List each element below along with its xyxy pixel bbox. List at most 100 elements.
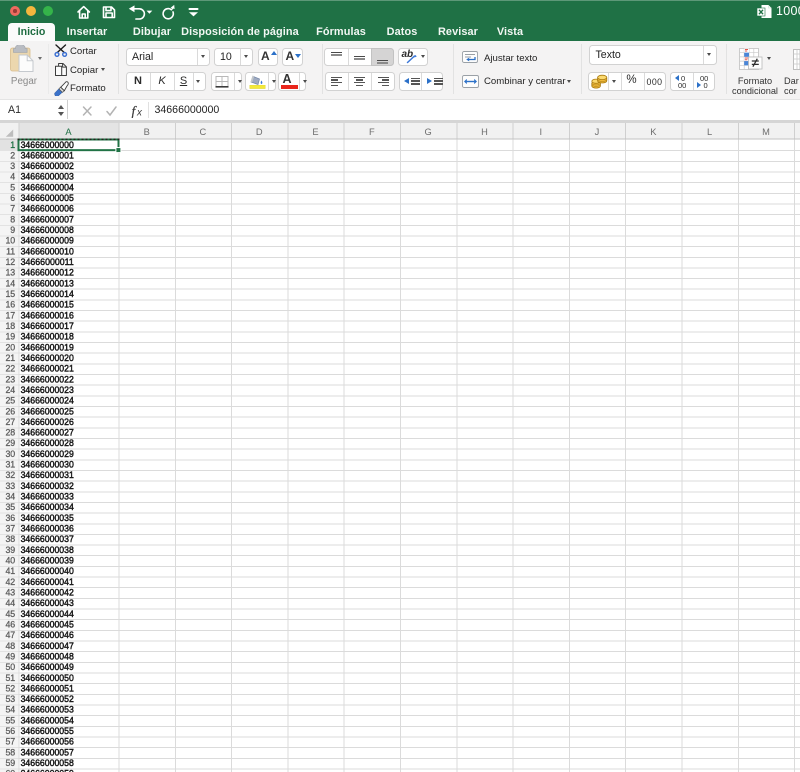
svg-text:34666000046: 34666000046 (21, 630, 74, 641)
svg-text:21: 21 (6, 352, 16, 362)
svg-text:49: 49 (6, 651, 16, 661)
svg-text:34666000027: 34666000027 (21, 427, 74, 438)
svg-text:34666000022: 34666000022 (21, 374, 74, 385)
svg-text:56: 56 (6, 726, 16, 736)
svg-text:38: 38 (6, 534, 16, 544)
svg-text:34666000025: 34666000025 (21, 406, 74, 417)
svg-text:M: M (762, 127, 770, 137)
svg-text:34666000032: 34666000032 (21, 480, 74, 491)
svg-text:34666000006: 34666000006 (21, 203, 74, 214)
svg-text:45: 45 (6, 608, 16, 618)
svg-text:34666000041: 34666000041 (21, 576, 74, 587)
svg-text:34666000001: 34666000001 (21, 150, 74, 161)
svg-text:44: 44 (6, 598, 16, 608)
svg-text:60: 60 (6, 768, 16, 772)
svg-text:37: 37 (6, 523, 16, 533)
svg-text:B: B (144, 127, 150, 137)
svg-text:34666000052: 34666000052 (21, 694, 74, 705)
svg-text:34666000010: 34666000010 (21, 246, 74, 257)
svg-text:7: 7 (10, 203, 15, 213)
svg-text:34666000009: 34666000009 (21, 235, 74, 246)
svg-text:I: I (540, 127, 543, 137)
svg-text:14: 14 (6, 278, 16, 288)
svg-text:29: 29 (6, 438, 16, 448)
svg-text:34666000028: 34666000028 (21, 438, 74, 449)
svg-text:34666000037: 34666000037 (21, 534, 74, 545)
svg-text:2: 2 (10, 150, 15, 160)
svg-text:32: 32 (6, 470, 16, 480)
svg-text:34666000015: 34666000015 (21, 299, 74, 310)
svg-text:11: 11 (6, 246, 15, 256)
svg-text:34666000004: 34666000004 (21, 182, 75, 193)
svg-text:42: 42 (6, 576, 16, 586)
svg-text:13: 13 (6, 267, 16, 277)
svg-text:34666000040: 34666000040 (21, 566, 74, 577)
svg-text:34666000021: 34666000021 (21, 363, 74, 374)
svg-text:J: J (595, 127, 600, 137)
svg-text:3: 3 (10, 161, 15, 171)
svg-text:8: 8 (10, 214, 15, 224)
svg-text:41: 41 (6, 566, 16, 576)
svg-text:34666000051: 34666000051 (21, 683, 74, 694)
svg-text:9: 9 (10, 225, 15, 235)
svg-text:43: 43 (6, 587, 16, 597)
svg-text:53: 53 (6, 694, 16, 704)
svg-text:36: 36 (6, 512, 16, 522)
svg-text:54: 54 (6, 704, 16, 714)
svg-text:34666000011: 34666000011 (21, 257, 74, 268)
svg-text:20: 20 (6, 342, 16, 352)
svg-text:34666000038: 34666000038 (21, 544, 74, 555)
svg-text:1: 1 (10, 139, 15, 149)
svg-text:34666000000: 34666000000 (21, 139, 74, 150)
svg-text:34666000013: 34666000013 (21, 278, 74, 289)
svg-text:34666000030: 34666000030 (21, 459, 74, 470)
svg-text:34666000020: 34666000020 (21, 352, 74, 363)
svg-text:4: 4 (10, 171, 15, 181)
svg-text:16: 16 (6, 299, 16, 309)
svg-text:10: 10 (6, 235, 16, 245)
svg-text:55: 55 (6, 715, 16, 725)
svg-text:34666000026: 34666000026 (21, 416, 74, 427)
svg-text:A: A (65, 127, 72, 137)
svg-text:52: 52 (6, 683, 16, 693)
svg-text:39: 39 (6, 544, 16, 554)
svg-text:26: 26 (6, 406, 16, 416)
svg-text:34666000059: 34666000059 (21, 768, 74, 772)
svg-text:30: 30 (6, 448, 16, 458)
svg-text:H: H (481, 127, 488, 137)
svg-text:34666000054: 34666000054 (21, 715, 75, 726)
svg-text:34666000056: 34666000056 (21, 736, 74, 747)
svg-text:51: 51 (6, 672, 16, 682)
svg-text:34666000045: 34666000045 (21, 619, 74, 630)
svg-text:19: 19 (6, 331, 16, 341)
svg-text:34666000044: 34666000044 (21, 608, 75, 619)
svg-text:33: 33 (6, 480, 16, 490)
svg-text:D: D (256, 127, 263, 137)
svg-text:25: 25 (6, 395, 16, 405)
svg-text:34666000043: 34666000043 (21, 598, 74, 609)
svg-text:34666000014: 34666000014 (21, 288, 75, 299)
svg-text:34666000031: 34666000031 (21, 470, 74, 481)
svg-text:17: 17 (6, 310, 16, 320)
svg-text:50: 50 (6, 662, 16, 672)
svg-text:34666000053: 34666000053 (21, 704, 74, 715)
svg-text:34666000019: 34666000019 (21, 342, 74, 353)
svg-text:34666000018: 34666000018 (21, 331, 74, 342)
svg-text:34666000008: 34666000008 (21, 225, 74, 236)
svg-text:34666000012: 34666000012 (21, 267, 74, 278)
svg-text:5: 5 (10, 182, 15, 192)
svg-text:34666000049: 34666000049 (21, 662, 74, 673)
svg-text:34666000017: 34666000017 (21, 320, 74, 331)
svg-text:22: 22 (6, 363, 16, 373)
svg-text:6: 6 (10, 193, 15, 203)
svg-text:34666000002: 34666000002 (21, 161, 74, 172)
svg-text:E: E (312, 127, 318, 137)
svg-text:34666000039: 34666000039 (21, 555, 74, 566)
svg-text:x: x (136, 107, 143, 118)
svg-text:C: C (200, 127, 207, 137)
svg-text:34666000024: 34666000024 (21, 395, 75, 406)
svg-text:34666000048: 34666000048 (21, 651, 74, 662)
svg-text:59: 59 (6, 758, 16, 768)
svg-text:47: 47 (6, 630, 16, 640)
svg-text:46: 46 (6, 619, 16, 629)
